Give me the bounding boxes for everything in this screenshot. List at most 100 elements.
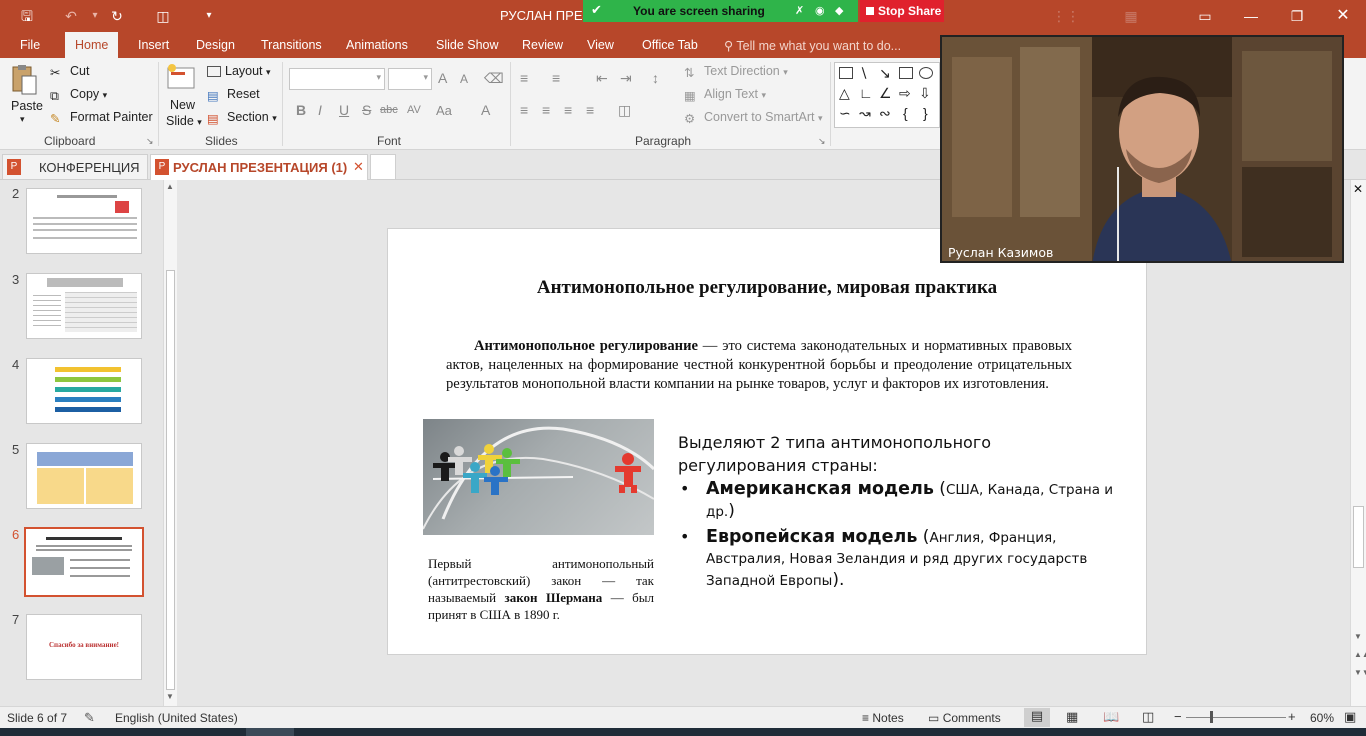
- scroll-thumb[interactable]: [166, 270, 175, 690]
- scroll-up-icon[interactable]: ▲: [166, 182, 174, 191]
- change-case-button[interactable]: Aa: [436, 103, 452, 118]
- connector-shape-icon[interactable]: ∠: [879, 85, 892, 102]
- brace-left-shape-icon[interactable]: {: [903, 105, 908, 121]
- scribble-shape-icon[interactable]: ∾: [879, 105, 891, 122]
- minimize-icon[interactable]: —: [1240, 6, 1262, 26]
- tab-design[interactable]: Design: [196, 38, 235, 52]
- tab-review[interactable]: Review: [522, 38, 563, 52]
- save-icon[interactable]: 🖫: [16, 6, 38, 26]
- comments-button[interactable]: ▭ Comments: [928, 711, 1001, 725]
- slide-sorter-icon[interactable]: ▦: [1066, 709, 1078, 725]
- bullets-icon[interactable]: ≡: [520, 70, 528, 86]
- tab-file[interactable]: File: [20, 38, 40, 52]
- slide-thumbnail-7[interactable]: Спасибо за внимание!: [26, 614, 142, 680]
- restore-icon[interactable]: ❐: [1286, 6, 1308, 26]
- arrow-shape-icon[interactable]: ↘: [879, 65, 891, 82]
- zoom-in-icon[interactable]: +: [1288, 709, 1296, 724]
- zoom-slider-handle[interactable]: [1210, 711, 1213, 723]
- copy-button[interactable]: ⧉ Copy ▾: [50, 87, 107, 103]
- reading-view-icon[interactable]: 📖: [1103, 709, 1119, 725]
- fit-to-window-icon[interactable]: ▣: [1344, 709, 1356, 725]
- tab-insert[interactable]: Insert: [138, 38, 169, 52]
- convert-smartart-button[interactable]: ⚙ Convert to SmartArt ▾: [684, 110, 822, 126]
- paragraph-launcher-icon[interactable]: ↘: [818, 136, 826, 147]
- tab-office-tab[interactable]: Office Tab: [642, 38, 698, 52]
- font-family-combo[interactable]: ▾: [289, 68, 385, 90]
- triangle-shape-icon[interactable]: △: [839, 85, 850, 102]
- increase-indent-icon[interactable]: ⇥: [620, 70, 632, 87]
- decrease-indent-icon[interactable]: ⇤: [596, 70, 608, 87]
- stop-share-button[interactable]: Stop Share: [860, 0, 944, 22]
- section-button[interactable]: ▤ Section ▾: [207, 110, 277, 126]
- tab-home[interactable]: Home: [65, 32, 119, 58]
- columns-icon[interactable]: ◫: [618, 102, 631, 119]
- close-pane-icon[interactable]: ✕: [1353, 182, 1363, 196]
- format-painter-button[interactable]: ✎ Format Painter: [50, 110, 153, 126]
- layout-button[interactable]: Layout ▾: [207, 64, 271, 78]
- new-slide-button[interactable]: [166, 62, 198, 96]
- slide-title[interactable]: Антимонопольное регулирование, мировая п…: [388, 277, 1146, 299]
- cut-button[interactable]: ✂ Cut: [50, 64, 89, 80]
- char-spacing-button[interactable]: AV: [407, 104, 421, 116]
- tab-transitions[interactable]: Transitions: [261, 38, 322, 52]
- pause-share-icon[interactable]: ◉: [815, 4, 825, 17]
- paste-label[interactable]: Paste: [11, 99, 43, 113]
- slide-thumbnail-5[interactable]: [26, 443, 142, 509]
- curve-shape-icon[interactable]: ∽: [839, 105, 851, 122]
- justify-icon[interactable]: ≡: [586, 102, 594, 118]
- slide-definition-text[interactable]: Антимонопольное регулирование — это сист…: [446, 337, 1072, 395]
- next-slide-icon[interactable]: ▼▼: [1354, 668, 1366, 677]
- mute-mic-icon[interactable]: ✗: [795, 4, 804, 17]
- close-tab-icon[interactable]: ✕: [353, 159, 364, 175]
- tell-me-box[interactable]: ⚲ Tell me what you want to do...: [724, 38, 901, 53]
- shapes-gallery[interactable]: ∖ ↘ △ ∟ ∠ ⇨ ⇩ ∽ ↝ ∾ { }: [834, 62, 940, 128]
- language-indicator[interactable]: English (United States): [115, 711, 238, 725]
- slide-thumbnail-6-selected[interactable]: [24, 527, 144, 597]
- align-center-icon[interactable]: ≡: [542, 102, 550, 118]
- undo-dropdown-icon[interactable]: ▾: [84, 6, 106, 26]
- align-right-icon[interactable]: ≡: [564, 102, 572, 118]
- italic-button[interactable]: I: [318, 102, 322, 118]
- line-spacing-icon[interactable]: ↕: [652, 70, 659, 86]
- elbow-shape-icon[interactable]: ∟: [859, 85, 873, 101]
- slideshow-view-icon[interactable]: ◫: [1142, 709, 1154, 725]
- ribbon-display-icon[interactable]: ▭: [1194, 6, 1216, 26]
- security-icon[interactable]: ◆: [835, 4, 843, 17]
- spelling-icon[interactable]: ✎: [84, 710, 95, 726]
- repeat-icon[interactable]: ↻: [106, 6, 128, 26]
- zoom-slider[interactable]: [1186, 717, 1286, 718]
- align-text-button[interactable]: ▦ Align Text ▾: [684, 87, 766, 103]
- taskbar-active-app[interactable]: [246, 728, 294, 736]
- font-size-combo[interactable]: ▾: [388, 68, 432, 90]
- thumbnails-scrollbar[interactable]: ▲ ▼: [163, 180, 177, 706]
- doc-tab-konferentsiya[interactable]: P КОНФЕРЕНЦИЯ: [2, 154, 148, 180]
- reset-button[interactable]: ▤ Reset: [207, 87, 260, 103]
- freeform-shape-icon[interactable]: ↝: [859, 105, 871, 122]
- brace-right-shape-icon[interactable]: }: [923, 105, 928, 121]
- strikethrough-button[interactable]: abc: [380, 104, 398, 116]
- zoom-level[interactable]: 60%: [1310, 711, 1334, 725]
- new-tab-button[interactable]: [370, 154, 396, 180]
- bold-button[interactable]: B: [296, 102, 306, 118]
- clear-format-icon[interactable]: ⌫: [484, 70, 504, 87]
- down-arrow-shape-icon[interactable]: ⇩: [919, 85, 931, 102]
- slide-counter[interactable]: Slide 6 of 7: [7, 711, 67, 725]
- tab-slide-show[interactable]: Slide Show: [436, 38, 499, 52]
- textbox-shape-icon[interactable]: [839, 67, 853, 79]
- slide-picture-figures[interactable]: [423, 419, 654, 535]
- shadow-button[interactable]: S: [362, 102, 371, 118]
- zoom-out-icon[interactable]: −: [1174, 709, 1182, 724]
- shrink-font-icon[interactable]: A: [460, 72, 468, 86]
- customize-toolbar-icon[interactable]: ▾: [198, 6, 220, 26]
- doc-tab-ruslan[interactable]: P РУСЛАН ПРЕЗЕНТАЦИЯ (1) ✕: [150, 154, 368, 180]
- tab-view[interactable]: View: [587, 38, 614, 52]
- underline-button[interactable]: U: [339, 102, 349, 118]
- scroll-down-icon[interactable]: ▼: [1354, 632, 1362, 641]
- text-direction-button[interactable]: ⇅ Text Direction ▾: [684, 64, 788, 80]
- undo-icon[interactable]: ↶: [60, 6, 82, 26]
- oval-shape-icon[interactable]: [919, 67, 933, 79]
- paste-dropdown-icon[interactable]: ▾: [20, 114, 25, 125]
- rectangle-shape-icon[interactable]: [899, 67, 913, 79]
- scroll-down-icon[interactable]: ▼: [166, 692, 174, 701]
- slide-thumbnail-3[interactable]: [26, 273, 142, 339]
